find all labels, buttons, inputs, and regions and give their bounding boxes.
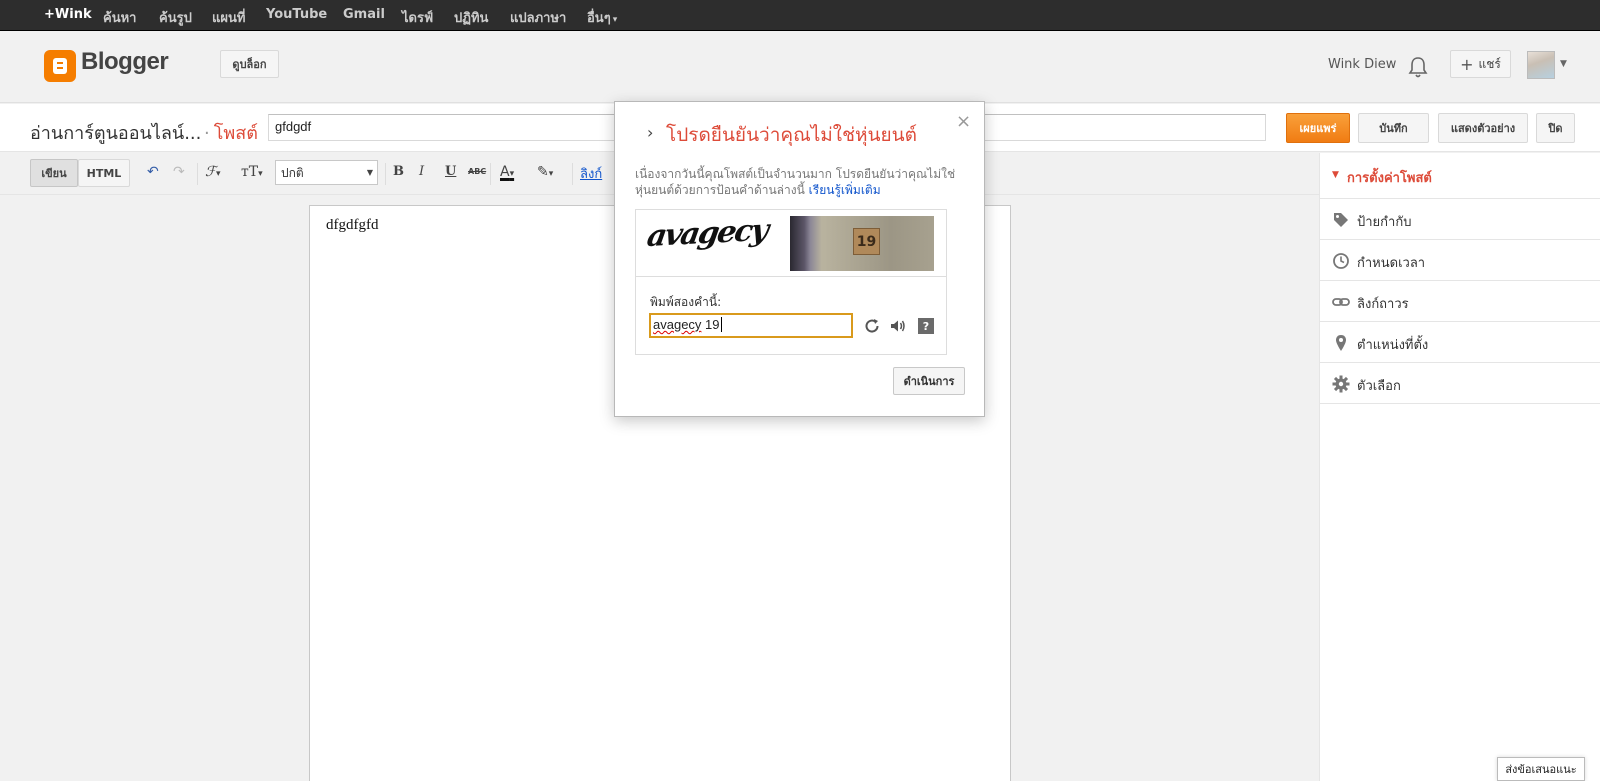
notification-bell-icon[interactable]	[1407, 55, 1429, 79]
side-item-options[interactable]: ตัวเลือก	[1320, 363, 1600, 404]
dialog-description-text: เนื่องจากวันนี้คุณโพสต์เป็นจำนวนมาก โปรด…	[635, 167, 956, 197]
caret-down-icon: ▼	[1332, 170, 1339, 180]
post-label: โพสต์	[213, 123, 258, 144]
continue-button[interactable]: ดำเนินการ	[893, 367, 965, 395]
highlight-color-icon[interactable]: ✎▾	[537, 164, 553, 180]
bold-button[interactable]: B	[393, 164, 404, 179]
font-family-icon[interactable]: ℱ▾	[205, 164, 221, 180]
blogger-header: Blogger ดูบล็อก Wink Diew + แชร์ ▼	[0, 31, 1600, 103]
side-item-labels[interactable]: ป้ายกำกับ	[1320, 199, 1600, 240]
side-item-schedule[interactable]: กำหนดเวลา	[1320, 240, 1600, 281]
preview-button[interactable]: แสดงตัวอย่าง	[1438, 113, 1528, 143]
post-settings-title: การตั้งค่าโพสต์	[1347, 171, 1432, 186]
format-select-value: ปกติ	[281, 166, 304, 180]
share-label: แชร์	[1478, 56, 1501, 71]
captcha-box: avagecy 19 พิมพ์สองคำนี้: avagecy 19 ?	[635, 209, 947, 355]
chevron-down-icon: ▼	[366, 168, 373, 177]
chevron-down-icon: ▾	[612, 15, 618, 25]
gbar-drive[interactable]: ไดรฟ์	[402, 7, 433, 28]
clock-icon	[1333, 253, 1349, 269]
side-item-label: ลิงก์ถาวร	[1357, 297, 1409, 312]
chevron-right-icon: ›	[647, 123, 654, 142]
gbar-search[interactable]: ค้นหา	[103, 7, 136, 28]
side-item-label: ตำแหน่งที่ตั้ง	[1357, 338, 1429, 353]
side-item-label: ป้ายกำกับ	[1357, 215, 1412, 230]
side-item-label: กำหนดเวลา	[1357, 256, 1426, 271]
toolbar-divider	[197, 163, 198, 185]
toolbar-divider	[490, 163, 491, 185]
italic-button[interactable]: I	[419, 164, 424, 179]
view-blog-button[interactable]: ดูบล็อก	[220, 50, 279, 78]
toolbar-divider	[385, 163, 386, 185]
dialog-description: เนื่องจากวันนี้คุณโพสต์เป็นจำนวนมาก โปรด…	[635, 166, 965, 198]
gbar-youtube[interactable]: YouTube	[266, 7, 327, 22]
gbar-images[interactable]: ค้นรูป	[159, 7, 192, 28]
side-item-location[interactable]: ตำแหน่งที่ตั้ง	[1320, 322, 1600, 363]
gbar-more-label: อื่นๆ	[587, 11, 611, 26]
redo-icon[interactable]: ↷	[173, 164, 185, 180]
captcha-number: 19	[853, 228, 880, 255]
editor-body-text[interactable]: dfgdfgfd	[326, 217, 379, 234]
user-name[interactable]: Wink Diew	[1328, 57, 1396, 72]
html-mode-button[interactable]: HTML	[78, 159, 130, 187]
format-select[interactable]: ปกติ ▼	[275, 160, 378, 185]
post-settings-heading[interactable]: ▼ การตั้งค่าโพสต์	[1320, 153, 1600, 199]
save-button[interactable]: บันทึก	[1358, 113, 1429, 143]
publish-button[interactable]: เผยแพร่	[1286, 113, 1350, 143]
undo-icon[interactable]: ↶	[147, 164, 159, 180]
side-item-label: ตัวเลือก	[1357, 379, 1401, 394]
gbar-plus-wink[interactable]: +Wink	[44, 7, 92, 22]
captcha-image: avagecy 19	[636, 210, 946, 277]
blogger-logo-icon[interactable]	[44, 50, 76, 82]
compose-mode-button[interactable]: เขียน	[30, 159, 78, 187]
blog-name[interactable]: อ่านการ์ตูนออนไลน์...	[30, 118, 201, 147]
share-button[interactable]: + แชร์	[1450, 50, 1511, 78]
post-breadcrumb: · โพสต์	[204, 118, 258, 147]
learn-more-link[interactable]: เรียนรู้เพิ่มเติม	[809, 183, 881, 197]
text-color-icon[interactable]: A▾	[500, 164, 514, 180]
blogger-brand[interactable]: Blogger	[81, 48, 169, 76]
gbar-translate[interactable]: แปลภาษา	[510, 7, 566, 28]
captcha-input-word: avagecy	[653, 317, 702, 332]
strikethrough-button[interactable]: ABC	[468, 167, 486, 176]
breadcrumb-separator: ·	[204, 123, 210, 144]
avatar[interactable]	[1527, 51, 1555, 79]
gbar-gmail[interactable]: Gmail	[343, 7, 385, 22]
gear-icon	[1332, 375, 1350, 393]
location-pin-icon	[1336, 335, 1346, 351]
link-icon	[1332, 298, 1350, 306]
help-icon[interactable]: ?	[918, 318, 934, 334]
google-bar: +Wink ค้นหา ค้นรูป แผนที่ YouTube Gmail …	[0, 0, 1600, 31]
plus-icon: +	[1460, 54, 1474, 74]
audio-icon[interactable]	[889, 317, 907, 335]
gbar-more[interactable]: อื่นๆ ▾	[587, 7, 617, 28]
captcha-word: avagecy	[644, 212, 770, 255]
captcha-input-label: พิมพ์สองคำนี้:	[650, 295, 722, 309]
captcha-photo: 19	[790, 216, 934, 271]
captcha-input[interactable]: avagecy 19	[649, 313, 853, 338]
toolbar-divider	[572, 163, 573, 185]
chevron-down-icon[interactable]: ▼	[1560, 59, 1567, 69]
close-icon[interactable]: ×	[956, 111, 971, 132]
link-button[interactable]: ลิงก์	[580, 163, 602, 184]
close-button[interactable]: ปิด	[1536, 113, 1575, 143]
post-settings-panel: ▼ การตั้งค่าโพสต์ ป้ายกำกับ กำหนดเวลา ลิ…	[1319, 153, 1600, 781]
tag-icon	[1334, 213, 1348, 227]
font-size-icon[interactable]: тT▾	[241, 164, 263, 180]
captcha-input-number: 19	[701, 317, 720, 332]
underline-button[interactable]: U	[445, 164, 456, 179]
gbar-maps[interactable]: แผนที่	[212, 7, 245, 28]
side-item-permalink[interactable]: ลิงก์ถาวร	[1320, 281, 1600, 322]
dialog-title: โปรดยืนยันว่าคุณไม่ใช่หุ่นยนต์	[666, 124, 917, 146]
gbar-calendar[interactable]: ปฏิทิน	[454, 7, 488, 28]
captcha-dialog: × › โปรดยืนยันว่าคุณไม่ใช่หุ่นยนต์ เนื่อ…	[614, 101, 985, 417]
send-feedback-button[interactable]: ส่งข้อเสนอแนะ	[1497, 757, 1585, 781]
refresh-icon[interactable]	[863, 317, 881, 335]
